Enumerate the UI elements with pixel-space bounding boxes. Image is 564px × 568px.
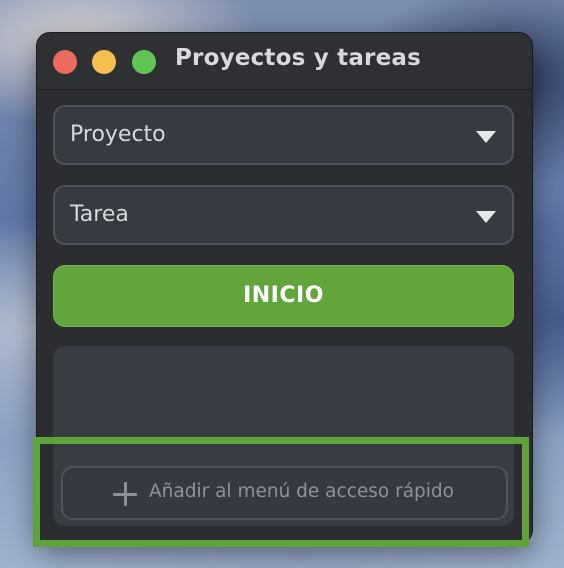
app-window: Proyectos y tareas Proyecto Tarea INICIO… xyxy=(36,32,533,544)
start-button[interactable]: INICIO xyxy=(53,265,514,327)
project-select[interactable]: Proyecto xyxy=(53,105,514,165)
chevron-down-icon xyxy=(476,211,496,223)
window-content: Proyecto Tarea INICIO Añadir al menú de … xyxy=(37,90,532,543)
minimize-window-button[interactable] xyxy=(92,50,116,74)
task-select-value: Tarea xyxy=(70,202,129,227)
zoom-window-button[interactable] xyxy=(132,50,156,74)
project-select-value: Proyecto xyxy=(70,122,166,147)
chevron-down-icon xyxy=(476,131,496,143)
title-bar[interactable]: Proyectos y tareas xyxy=(37,33,532,90)
plus-icon xyxy=(113,482,137,506)
close-window-button[interactable] xyxy=(53,50,77,74)
add-to-quick-access-button[interactable]: Añadir al menú de acceso rápido xyxy=(61,466,508,520)
task-select[interactable]: Tarea xyxy=(53,185,514,245)
add-to-quick-access-label: Añadir al menú de acceso rápido xyxy=(149,481,454,502)
window-title: Proyectos y tareas xyxy=(175,45,421,71)
